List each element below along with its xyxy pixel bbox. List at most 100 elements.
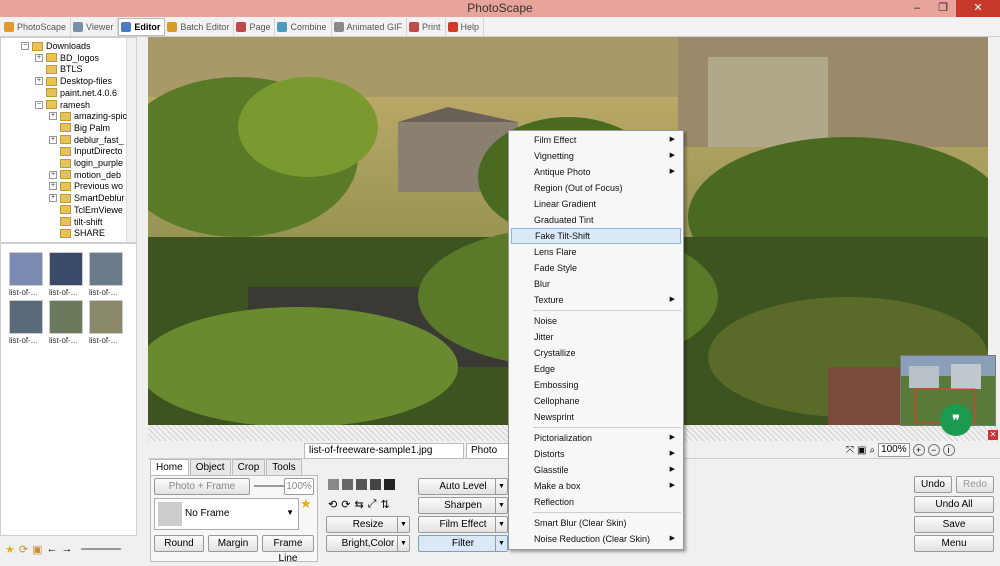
- tree-item[interactable]: + Desktop-files: [35, 75, 112, 87]
- actual-size-icon[interactable]: ▣: [857, 445, 866, 456]
- zoom-search-icon[interactable]: ⌕: [869, 445, 875, 456]
- back-icon[interactable]: ←: [47, 543, 58, 555]
- menu-item-newsprint[interactable]: Newsprint: [511, 409, 681, 425]
- menu-item-texture[interactable]: Texture ▶: [511, 292, 681, 308]
- round-button[interactable]: Round: [154, 535, 204, 552]
- expand-icon[interactable]: +: [49, 194, 57, 203]
- menu-item-vignetting[interactable]: Vignetting ▶: [511, 148, 681, 164]
- zoom-level[interactable]: 100%: [878, 443, 910, 457]
- menu-button[interactable]: Menu: [914, 535, 994, 552]
- navigator-close-icon[interactable]: ✕: [988, 430, 998, 440]
- menu-item-cellophane[interactable]: Cellophane: [511, 393, 681, 409]
- tree-item[interactable]: + BD_logos: [35, 52, 99, 64]
- tree-item[interactable]: + SmartDeblur: [49, 192, 125, 204]
- save-button[interactable]: Save: [914, 516, 994, 533]
- menu-item-noise-reduction-clear-skin[interactable]: Noise Reduction (Clear Skin) ▶: [511, 531, 681, 547]
- menu-item-linear-gradient[interactable]: Linear Gradient: [511, 196, 681, 212]
- redo-button[interactable]: Redo: [956, 476, 994, 493]
- folder-tree[interactable]: − Downloads + BD_logos BTLS + Desktop-files pai…: [0, 37, 137, 243]
- tree-item[interactable]: + deblur_fast_: [49, 134, 124, 146]
- menu-item-embossing[interactable]: Embossing: [511, 377, 681, 393]
- close-button[interactable]: ✕: [956, 0, 1000, 17]
- filter-button[interactable]: Filter ▼: [418, 535, 508, 552]
- menu-item-graduated-tint[interactable]: Graduated Tint: [511, 212, 681, 228]
- tab-print[interactable]: Print: [407, 17, 446, 36]
- tree-item[interactable]: tilt-shift: [49, 216, 103, 228]
- tree-item[interactable]: + motion_deb: [49, 169, 121, 181]
- expand-icon[interactable]: −: [21, 42, 29, 50]
- tree-item[interactable]: paint.net.4.0.6: [35, 87, 117, 99]
- rotate-icon[interactable]: ⟳: [19, 543, 28, 556]
- resize-button[interactable]: Resize ▼: [326, 516, 410, 533]
- tree-item[interactable]: TclEmViewe: [49, 204, 123, 216]
- star-icon[interactable]: ★: [5, 543, 15, 556]
- menu-item-film-effect[interactable]: Film Effect ▶: [511, 132, 681, 148]
- frame-line-button[interactable]: Frame Line: [262, 535, 314, 564]
- menu-item-jitter[interactable]: Jitter: [511, 329, 681, 345]
- shape-icon[interactable]: [328, 479, 339, 490]
- photo-frame-button[interactable]: Photo + Frame: [154, 478, 250, 495]
- sharpen-dropdown[interactable]: ▼: [495, 498, 507, 513]
- margin-button[interactable]: Margin: [208, 535, 258, 552]
- menu-item-region-out-of-focus[interactable]: Region (Out of Focus): [511, 180, 681, 196]
- tree-item[interactable]: + Previous wo: [49, 180, 123, 192]
- thumbnail-image[interactable]: [9, 252, 43, 286]
- favorite-star-icon[interactable]: ★: [300, 496, 312, 512]
- tree-item[interactable]: login_purple: [49, 157, 123, 169]
- thumbnail-image[interactable]: [89, 252, 123, 286]
- rotate-right-icon[interactable]: ⟳: [341, 498, 350, 511]
- sharpen-button[interactable]: Sharpen ▼: [418, 497, 508, 514]
- undo-all-button[interactable]: Undo All: [914, 496, 994, 513]
- menu-item-glasstile[interactable]: Glasstile ▶: [511, 462, 681, 478]
- menu-item-fade-style[interactable]: Fade Style: [511, 260, 681, 276]
- shape-icon[interactable]: [370, 479, 381, 490]
- menu-item-antique-photo[interactable]: Antique Photo ▶: [511, 164, 681, 180]
- info-icon[interactable]: i: [942, 444, 955, 456]
- tab-animated-gif[interactable]: Animated GIF: [332, 17, 408, 36]
- undo-button[interactable]: Undo: [914, 476, 952, 493]
- resize-dropdown[interactable]: ▼: [397, 517, 409, 532]
- editor-tab-tools[interactable]: Tools: [266, 459, 302, 475]
- fit-icon[interactable]: ⤧: [846, 445, 854, 456]
- tree-item[interactable]: InputDirecto: [49, 145, 123, 157]
- tab-batch-editor[interactable]: Batch Editor: [165, 17, 235, 36]
- expand-icon[interactable]: +: [49, 112, 57, 121]
- tab-viewer[interactable]: Viewer: [71, 17, 119, 36]
- menu-item-crystallize[interactable]: Crystallize: [511, 345, 681, 361]
- expand-icon[interactable]: +: [49, 135, 57, 144]
- expand-icon[interactable]: +: [49, 170, 57, 179]
- chat-bubble-icon[interactable]: ❞: [940, 404, 972, 436]
- menu-item-blur[interactable]: Blur: [511, 276, 681, 292]
- shape-icon[interactable]: [342, 479, 353, 490]
- menu-item-distorts[interactable]: Distorts ▶: [511, 446, 681, 462]
- thumbnail-image[interactable]: [49, 252, 83, 286]
- tree-item[interactable]: Big Palm: [49, 122, 110, 134]
- thumbnail-image[interactable]: [49, 300, 83, 334]
- filter-dropdown[interactable]: ▼: [495, 536, 507, 551]
- menu-item-fake-tilt-shift[interactable]: Fake Tilt-Shift: [511, 228, 681, 244]
- mirror-icon[interactable]: ⇅: [380, 498, 389, 511]
- tree-item[interactable]: + amazing-spic: [49, 110, 127, 122]
- menu-item-smart-blur-clear-skin[interactable]: Smart Blur (Clear Skin): [511, 515, 681, 531]
- menu-item-pictorialization[interactable]: Pictorialization ▶: [511, 430, 681, 446]
- film-effect-dropdown[interactable]: ▼: [495, 517, 507, 532]
- film-effect-button[interactable]: Film Effect ▼: [418, 516, 508, 533]
- editor-tab-crop[interactable]: Crop: [231, 459, 266, 475]
- filename-tab[interactable]: list-of-freeware-sample1.jpg: [304, 443, 464, 459]
- thumb-size-slider[interactable]: [80, 548, 121, 550]
- maximize-button[interactable]: ❐: [930, 0, 956, 17]
- tab-combine[interactable]: Combine: [275, 17, 332, 36]
- straighten-icon[interactable]: ⤢: [368, 498, 377, 511]
- expand-icon[interactable]: +: [35, 53, 43, 62]
- minimize-button[interactable]: –: [904, 0, 930, 17]
- menu-item-lens-flare[interactable]: Lens Flare: [511, 244, 681, 260]
- zoom-out-icon[interactable]: −: [927, 444, 940, 456]
- bright-color-dropdown[interactable]: ▼: [397, 536, 409, 551]
- tab-photoscape[interactable]: PhotoScape: [2, 17, 72, 36]
- shape-icon[interactable]: [384, 479, 395, 490]
- shape-icon[interactable]: [356, 479, 367, 490]
- tree-item[interactable]: BTLS: [35, 63, 83, 75]
- folder-icon[interactable]: ▣: [32, 543, 42, 556]
- tab-page[interactable]: Page: [234, 17, 276, 36]
- menu-item-edge[interactable]: Edge: [511, 361, 681, 377]
